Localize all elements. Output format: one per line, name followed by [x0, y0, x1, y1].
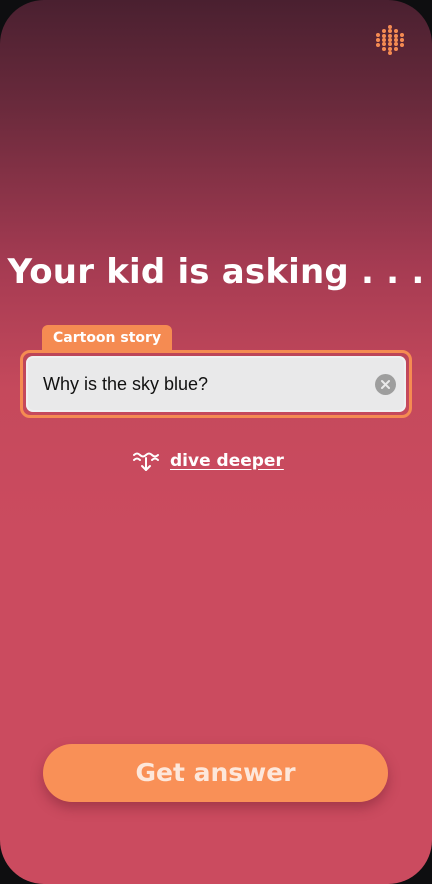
mode-tab-cartoon-story[interactable]: Cartoon story	[42, 325, 173, 351]
get-answer-button[interactable]: Get answer	[43, 744, 388, 802]
page-title: Your kid is asking . . .	[7, 252, 425, 292]
dive-down-icon	[133, 452, 159, 471]
question-input[interactable]: Why is the sky blue?	[26, 356, 406, 412]
menu-button[interactable]	[374, 24, 406, 56]
app-screen: Your kid is asking . . . Cartoon story W…	[0, 0, 432, 884]
clear-button[interactable]	[375, 374, 396, 395]
question-field[interactable]: Why is the sky blue?	[20, 350, 412, 418]
dots-grid-icon	[376, 25, 404, 55]
dive-deeper-link[interactable]: dive deeper	[132, 447, 284, 475]
question-input-value[interactable]: Why is the sky blue?	[43, 356, 356, 412]
clear-circle-icon	[381, 380, 390, 389]
dive-deeper-label[interactable]: dive deeper	[170, 451, 284, 471]
